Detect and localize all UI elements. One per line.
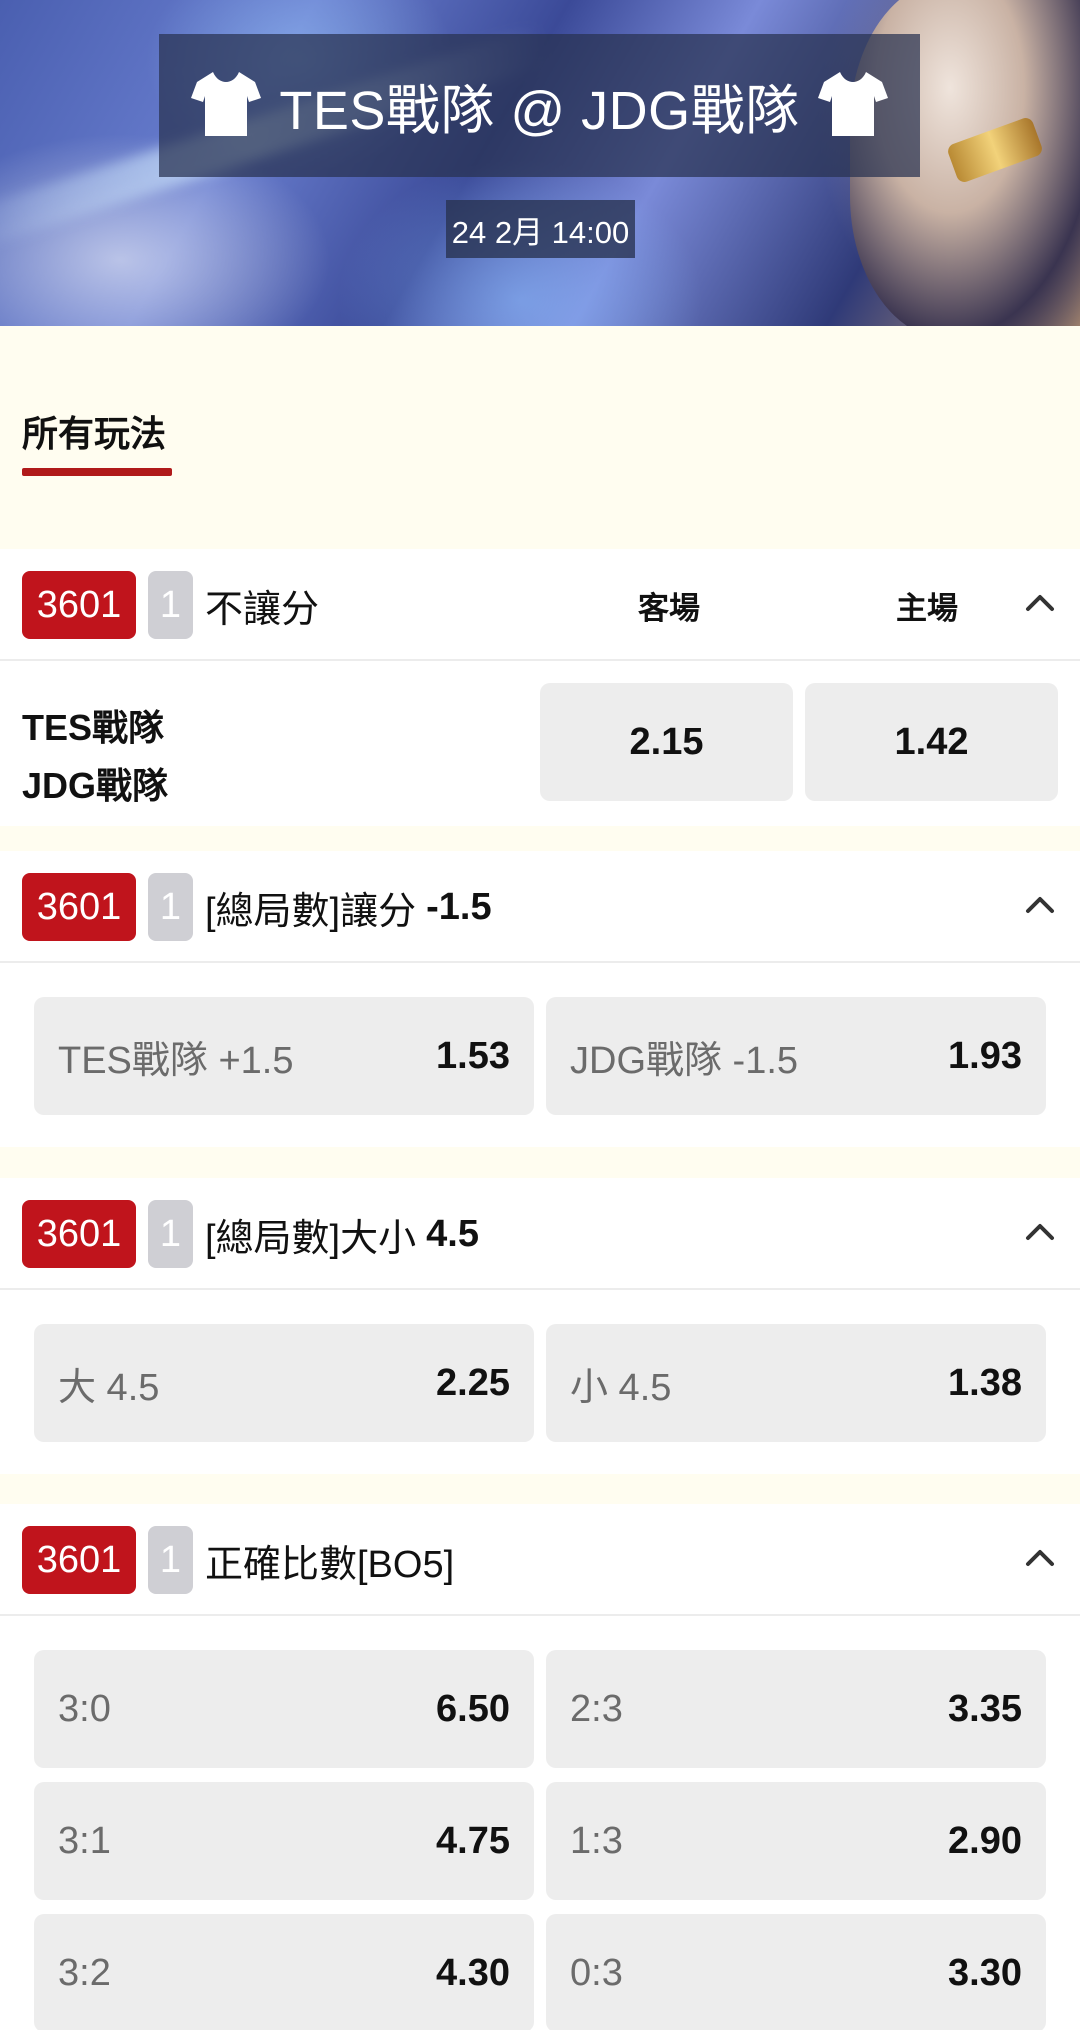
market-correct-score: 3601 1 正確比數[BO5] 3:0 6.50 2:3 3.35 3:1 4…: [0, 1504, 1080, 2030]
market-title: 正確比數[BO5]: [205, 1526, 454, 1594]
option-button[interactable]: 3:2 4.30: [34, 1914, 534, 2030]
away-jersey-icon: [191, 72, 261, 136]
option-label: JDG戰隊 -1.5: [570, 1039, 799, 1082]
market-count-badge: 1: [148, 1200, 193, 1268]
market-handicap: 3601 1 [總局數]讓分 -1.5 TES戰隊 +1.5 1.53 JDG戰…: [0, 851, 1080, 1147]
home-jersey-icon: [818, 72, 888, 136]
market-title: [總局數]大小 4.5: [205, 1200, 479, 1268]
option-label: 3:0: [58, 1687, 111, 1730]
option-button[interactable]: 1:3 2.90: [546, 1782, 1046, 1900]
market-title-text: [總局數]大小: [205, 1217, 417, 1260]
option-odds: 2.90: [948, 1819, 1022, 1862]
market-id-badge: 3601: [22, 1526, 136, 1594]
column-header-home: 主場: [896, 590, 958, 626]
option-button[interactable]: 0:3 3.30: [546, 1914, 1046, 2030]
market-header[interactable]: 3601 1 正確比數[BO5]: [0, 1504, 1080, 1616]
tab-all-markets[interactable]: 所有玩法: [22, 405, 166, 457]
option-odds: 1.38: [948, 1361, 1022, 1404]
team-away-name: TES戰隊: [22, 707, 165, 748]
option-label: 0:3: [570, 1951, 623, 1994]
option-label: 2:3: [570, 1687, 623, 1730]
market-header[interactable]: 3601 1 [總局數]讓分 -1.5: [0, 851, 1080, 963]
match-title: TES戰隊 @ JDG戰隊: [279, 81, 800, 141]
option-button[interactable]: 大 4.5 2.25: [34, 1324, 534, 1442]
chevron-up-icon[interactable]: [1022, 585, 1058, 621]
market-count-badge: 1: [148, 571, 193, 639]
option-button[interactable]: 3:0 6.50: [34, 1650, 534, 1768]
market-title-text: 正確比數[BO5]: [205, 1543, 455, 1586]
market-header[interactable]: 3601 1 [總局數]大小 4.5: [0, 1178, 1080, 1290]
option-label: 3:2: [58, 1951, 111, 1994]
market-title: [總局數]讓分 -1.5: [205, 873, 492, 941]
option-label: 小 4.5: [570, 1366, 672, 1409]
option-button[interactable]: TES戰隊 +1.5 1.53: [34, 997, 534, 1115]
market-moneyline: 3601 1 不讓分 客場 主場 TES戰隊 JDG戰隊 2.15 1.42: [0, 549, 1080, 826]
option-label: 1:3: [570, 1819, 623, 1862]
market-title: 不讓分: [205, 571, 319, 639]
column-header-away: 客場: [638, 590, 700, 626]
market-header[interactable]: 3601 1 不讓分 客場 主場: [0, 549, 1080, 661]
market-title-text: [總局數]讓分: [205, 890, 417, 933]
market-id-badge: 3601: [22, 1200, 136, 1268]
option-odds: 2.25: [436, 1361, 510, 1404]
market-id-badge: 3601: [22, 571, 136, 639]
market-over-under: 3601 1 [總局數]大小 4.5 大 4.5 2.25 小 4.5 1.38: [0, 1178, 1080, 1474]
option-odds: 6.50: [436, 1687, 510, 1730]
option-button[interactable]: JDG戰隊 -1.5 1.93: [546, 997, 1046, 1115]
option-odds: 4.75: [436, 1819, 510, 1862]
option-button[interactable]: 2:3 3.35: [546, 1650, 1046, 1768]
match-datetime: 24 2月 14:00: [446, 200, 635, 258]
option-odds: 1.93: [948, 1034, 1022, 1077]
option-label: TES戰隊 +1.5: [58, 1039, 294, 1082]
match-detail-page: TES戰隊 @ JDG戰隊 24 2月 14:00 所有玩法 3601 1 不讓…: [0, 0, 1080, 2030]
match-title-bar: TES戰隊 @ JDG戰隊: [159, 34, 920, 177]
market-count-badge: 1: [148, 1526, 193, 1594]
match-hero-banner: TES戰隊 @ JDG戰隊 24 2月 14:00: [0, 0, 1080, 326]
option-button[interactable]: 小 4.5 1.38: [546, 1324, 1046, 1442]
active-tab-indicator: [22, 468, 172, 476]
team-home-name: JDG戰隊: [22, 765, 169, 806]
option-button[interactable]: 3:1 4.75: [34, 1782, 534, 1900]
option-odds: 1.53: [436, 1034, 510, 1077]
market-count-badge: 1: [148, 873, 193, 941]
market-options: 大 4.5 2.25 小 4.5 1.38: [0, 1290, 1080, 1474]
chevron-up-icon[interactable]: [1022, 1540, 1058, 1576]
market-line: 4.5: [426, 1212, 479, 1255]
market-body: TES戰隊 JDG戰隊 2.15 1.42: [0, 661, 1080, 821]
option-label: 大 4.5: [58, 1366, 160, 1409]
chevron-up-icon[interactable]: [1022, 887, 1058, 923]
option-label: 3:1: [58, 1819, 111, 1862]
chevron-up-icon[interactable]: [1022, 1214, 1058, 1250]
option-odds: 4.30: [436, 1951, 510, 1994]
odds-button-away[interactable]: 2.15: [540, 683, 793, 801]
option-odds: 3.35: [948, 1687, 1022, 1730]
market-options: 3:0 6.50 2:3 3.35 3:1 4.75 1:3 2.90 3:2 …: [0, 1616, 1080, 2030]
market-options: TES戰隊 +1.5 1.53 JDG戰隊 -1.5 1.93: [0, 963, 1080, 1147]
market-title-text: 不讓分: [205, 588, 320, 631]
option-odds: 3.30: [948, 1951, 1022, 1994]
odds-button-home[interactable]: 1.42: [805, 683, 1058, 801]
market-id-badge: 3601: [22, 873, 136, 941]
market-line: -1.5: [426, 885, 492, 928]
